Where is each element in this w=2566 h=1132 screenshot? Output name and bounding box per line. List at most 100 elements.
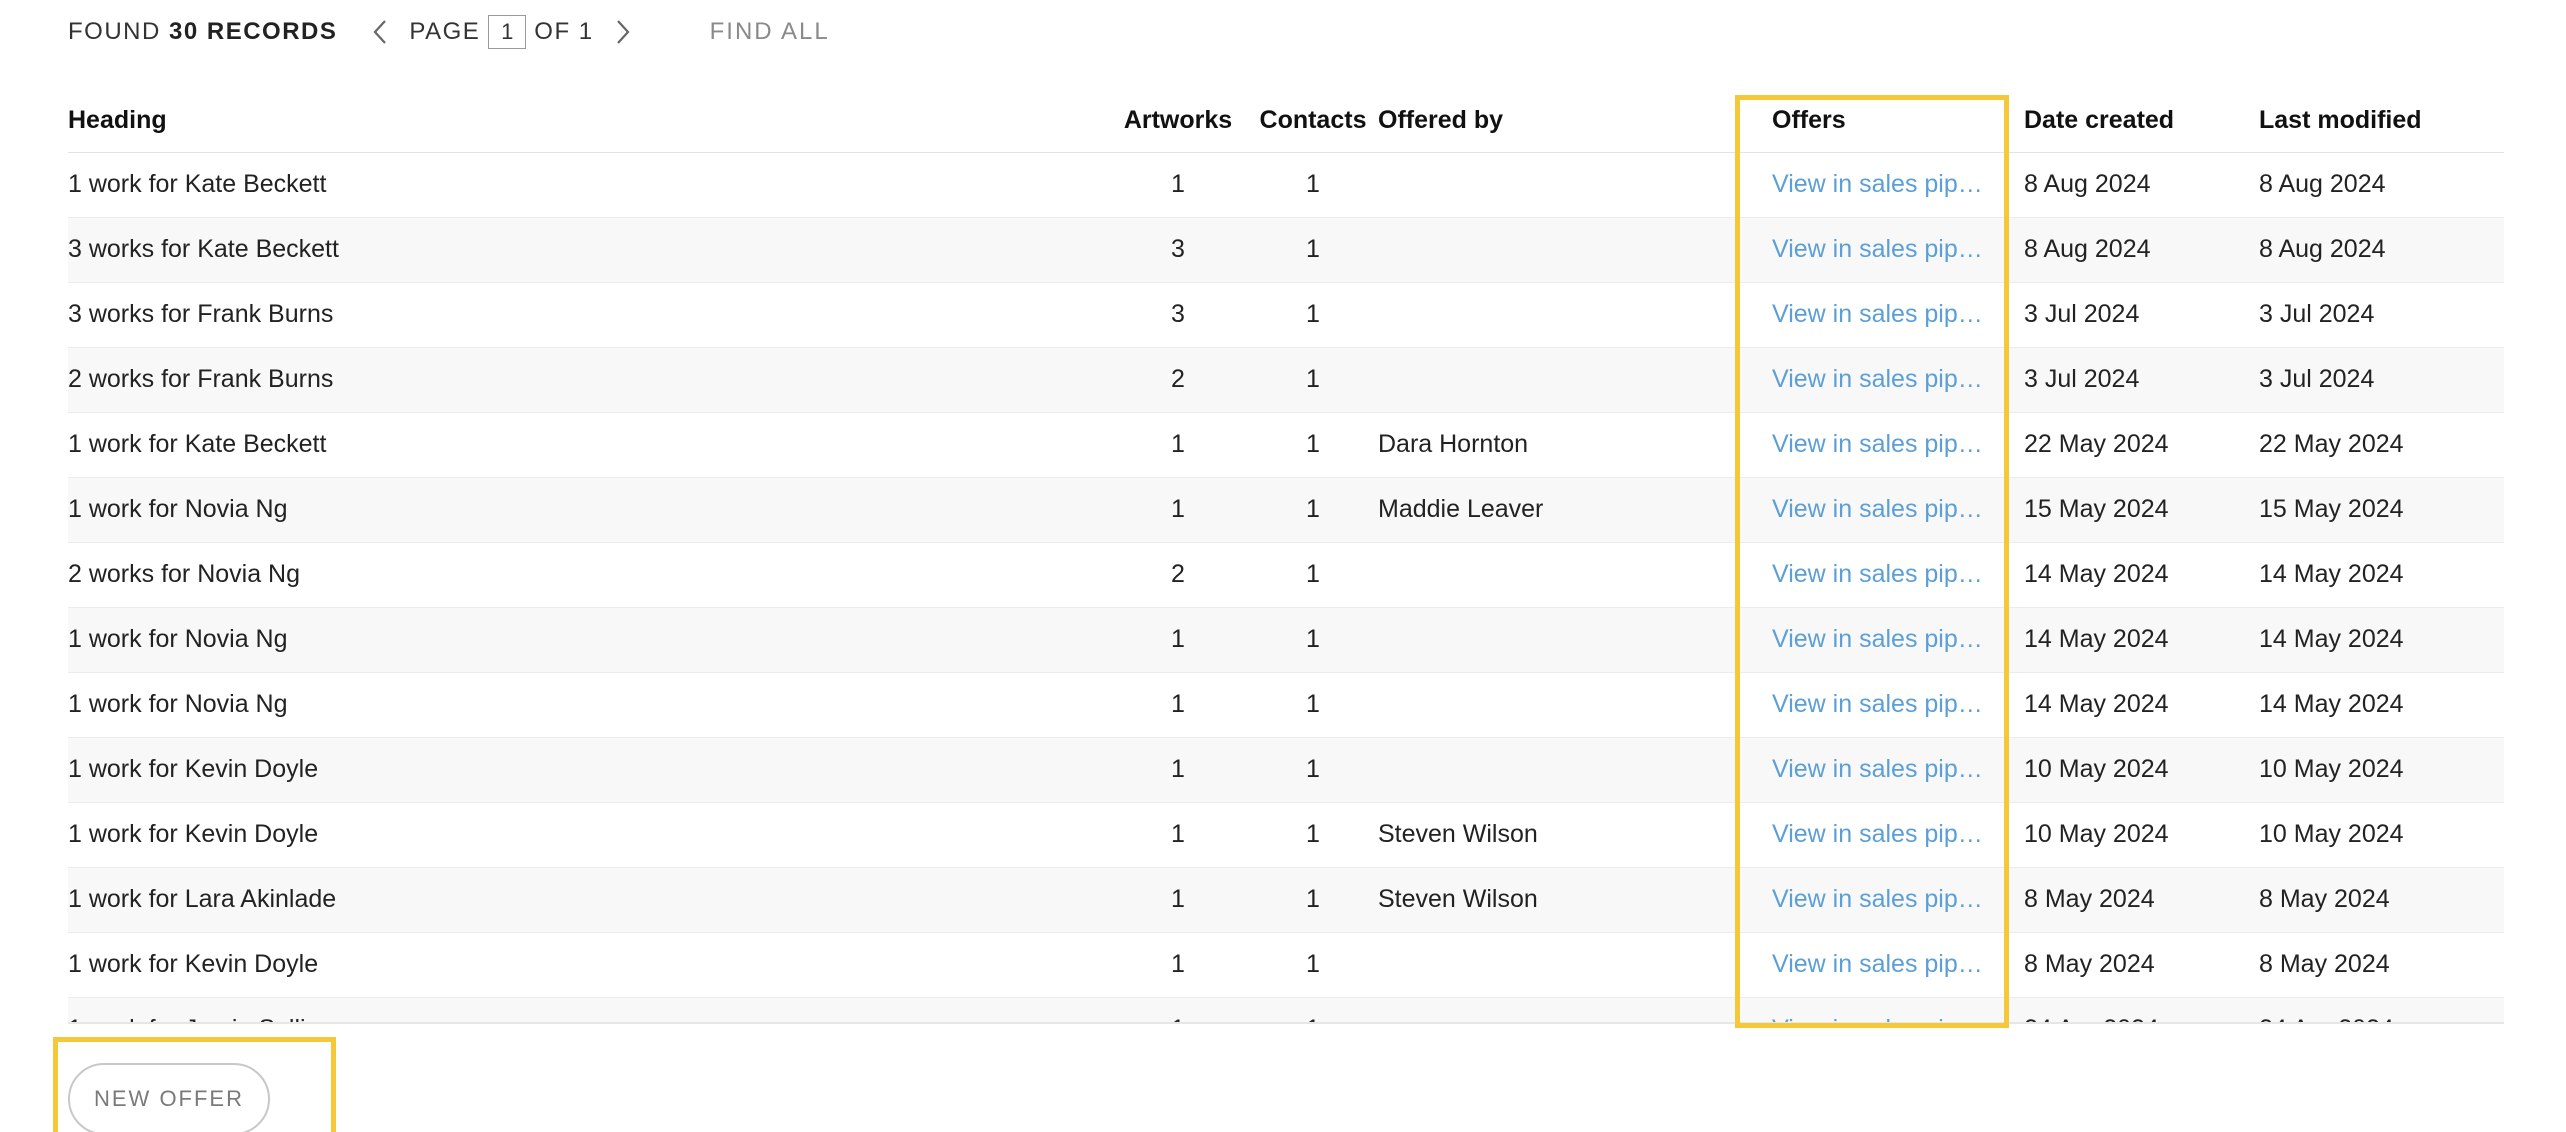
cell-last-modified: 8 May 2024 — [2259, 867, 2504, 933]
cell-offers: View in sales pipeline — [1733, 672, 2014, 738]
cell-offered-by — [1378, 542, 1733, 608]
cell-heading: 1 work for Jamie Sullivan — [68, 997, 1108, 1022]
chevron-right-icon[interactable] — [608, 14, 638, 50]
cell-artworks: 1 — [1108, 932, 1248, 998]
view-in-sales-pipeline-link[interactable]: View in sales pipeline — [1772, 300, 1988, 329]
cell-artworks: 1 — [1108, 737, 1248, 803]
cell-artworks: 2 — [1108, 542, 1248, 608]
cell-date-created: 3 Jul 2024 — [2014, 282, 2259, 348]
cell-contacts: 1 — [1248, 932, 1378, 998]
new-offer-button[interactable]: NEW OFFER — [68, 1063, 270, 1132]
view-in-sales-pipeline-link[interactable]: View in sales pipeline — [1772, 365, 1988, 394]
table-row[interactable]: 1 work for Kevin Doyle 1 1 View in sales pi… — [68, 932, 2504, 998]
cell-contacts: 1 — [1248, 997, 1378, 1022]
table-row[interactable]: 3 works for Frank Burns 3 1 View in sales p… — [68, 282, 2504, 348]
view-in-sales-pipeline-link[interactable]: View in sales pipeline — [1772, 560, 1988, 589]
cell-contacts: 1 — [1248, 412, 1378, 478]
cell-heading: 1 work for Kevin Doyle — [68, 802, 1108, 868]
cell-artworks: 2 — [1108, 347, 1248, 413]
cell-last-modified: 3 Jul 2024 — [2259, 347, 2504, 413]
cell-artworks: 1 — [1108, 867, 1248, 933]
cell-offers: View in sales pipeline — [1733, 932, 2014, 998]
column-header-last-modified[interactable]: Last modified — [2259, 90, 2504, 153]
cell-heading: 1 work for Kate Beckett — [68, 152, 1108, 218]
page-number-input[interactable]: 1 — [488, 15, 527, 49]
cell-offered-by — [1378, 932, 1733, 998]
cell-last-modified: 8 May 2024 — [2259, 932, 2504, 998]
column-header-heading[interactable]: Heading — [68, 90, 1108, 153]
cell-heading: 1 work for Kevin Doyle — [68, 737, 1108, 803]
cell-offered-by: Steven Wilson — [1378, 867, 1733, 933]
table-row[interactable]: 1 work for Kevin Doyle 1 1 Steven Wilson Vie… — [68, 802, 2504, 868]
cell-date-created: 14 May 2024 — [2014, 672, 2259, 738]
cell-contacts: 1 — [1248, 152, 1378, 218]
cell-last-modified: 22 May 2024 — [2259, 412, 2504, 478]
cell-offers: View in sales pipeline — [1733, 152, 2014, 218]
view-in-sales-pipeline-link[interactable]: View in sales pipeline — [1772, 690, 1988, 719]
cell-offers: View in sales pipeline — [1733, 477, 2014, 543]
view-in-sales-pipeline-link[interactable]: View in sales pipeline — [1772, 820, 1988, 849]
cell-heading: 1 work for Novia Ng — [68, 607, 1108, 673]
cell-date-created: 8 May 2024 — [2014, 867, 2259, 933]
cell-offered-by: Dara Hornton — [1378, 412, 1733, 478]
cell-heading: 1 work for Kevin Doyle — [68, 932, 1108, 998]
chevron-left-icon[interactable] — [365, 14, 395, 50]
cell-date-created: 24 Apr 2024 — [2014, 997, 2259, 1022]
table-row[interactable]: 1 work for Jamie Sullivan11View in sales… — [68, 997, 2504, 1022]
cell-heading: 1 work for Novia Ng — [68, 477, 1108, 543]
table-row[interactable]: 1 work for Kate Beckett 1 1 Dara Hornton Vie… — [68, 412, 2504, 478]
view-in-sales-pipeline-link[interactable]: View in sales pipeline — [1772, 625, 1988, 654]
column-header-artworks[interactable]: Artworks — [1108, 90, 1248, 153]
cell-offered-by: Steven Wilson — [1378, 802, 1733, 868]
find-all-button[interactable]: FIND ALL — [710, 18, 830, 46]
cell-artworks: 1 — [1108, 997, 1248, 1022]
cell-offers: View in sales pipeline — [1733, 412, 2014, 478]
cell-last-modified: 15 May 2024 — [2259, 477, 2504, 543]
cell-offers: View in sales pipeline — [1733, 737, 2014, 803]
table-row[interactable]: 2 works for Novia Ng 2 1 View in sales pipe… — [68, 542, 2504, 608]
table-row[interactable]: 3 works for Kate Beckett 3 1 View in sales … — [68, 217, 2504, 283]
view-in-sales-pipeline-link[interactable]: View in sales pipeline — [1772, 430, 1988, 459]
cell-artworks: 1 — [1108, 152, 1248, 218]
table-row[interactable]: 1 work for Lara Akinlade 1 1 Steven Wilson V… — [68, 867, 2504, 933]
cell-heading: 2 works for Novia Ng — [68, 542, 1108, 608]
table-row[interactable]: 1 work for Novia Ng 1 1 Maddie Leaver View i… — [68, 477, 2504, 543]
cell-offered-by — [1378, 282, 1733, 348]
table-row[interactable]: 1 work for Kevin Doyle 1 1 View in sales pi… — [68, 737, 2504, 803]
table-header-row: Heading Artworks Contacts Offered by Off… — [68, 90, 2504, 153]
cell-artworks: 1 — [1108, 672, 1248, 738]
cell-contacts: 1 — [1248, 607, 1378, 673]
cell-contacts: 1 — [1248, 802, 1378, 868]
column-header-offered-by[interactable]: Offered by — [1378, 90, 1733, 153]
column-header-offers[interactable]: Offers — [1733, 90, 2014, 153]
cell-contacts: 1 — [1248, 477, 1378, 543]
cell-date-created: 3 Jul 2024 — [2014, 347, 2259, 413]
cell-heading: 1 work for Kate Beckett — [68, 412, 1108, 478]
cell-last-modified: 24 Apr 2024 — [2259, 997, 2504, 1022]
cell-contacts: 1 — [1248, 347, 1378, 413]
cell-date-created: 8 Aug 2024 — [2014, 217, 2259, 283]
column-header-contacts[interactable]: Contacts — [1248, 90, 1378, 153]
cell-date-created: 15 May 2024 — [2014, 477, 2259, 543]
view-in-sales-pipeline-link[interactable]: View in sales pipeline — [1772, 885, 1988, 914]
table-row[interactable]: 2 works for Frank Burns 2 1 View in sales p… — [68, 347, 2504, 413]
cell-offers: View in sales pipeline — [1733, 347, 2014, 413]
view-in-sales-pipeline-link[interactable]: View in sales pipeline — [1772, 170, 1988, 199]
cell-offered-by — [1378, 347, 1733, 413]
view-in-sales-pipeline-link[interactable]: View in sales pipeline — [1772, 755, 1988, 784]
cell-date-created: 14 May 2024 — [2014, 607, 2259, 673]
cell-artworks: 1 — [1108, 607, 1248, 673]
view-in-sales-pipeline-link[interactable]: View in sales pipeline — [1772, 950, 1988, 979]
cell-heading: 3 works for Frank Burns — [68, 282, 1108, 348]
view-in-sales-pipeline-link[interactable]: View in sales pipeline — [1772, 1015, 1988, 1022]
table-row[interactable]: 1 work for Novia Ng 1 1 View in sales pipel… — [68, 607, 2504, 673]
record-count: FOUND 30 RECORDS — [68, 18, 338, 45]
cell-contacts: 1 — [1248, 672, 1378, 738]
view-in-sales-pipeline-link[interactable]: View in sales pipeline — [1772, 495, 1988, 524]
view-in-sales-pipeline-link[interactable]: View in sales pipeline — [1772, 235, 1988, 264]
cell-offers: View in sales pipeline — [1733, 802, 2014, 868]
cell-heading: 3 works for Kate Beckett — [68, 217, 1108, 283]
table-row[interactable]: 1 work for Novia Ng 1 1 View in sales pipel… — [68, 672, 2504, 738]
column-header-date-created[interactable]: Date created — [2014, 90, 2259, 153]
table-row[interactable]: 1 work for Kate Beckett 1 1 View in sales p… — [68, 152, 2504, 218]
